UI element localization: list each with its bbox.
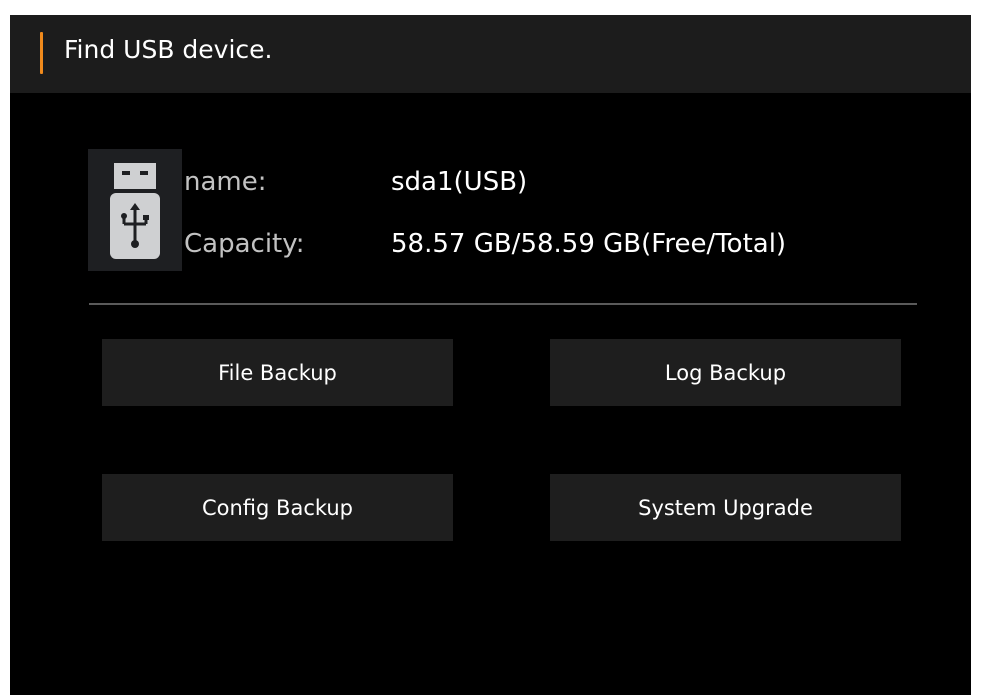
device-name-label: name:: [184, 167, 267, 197]
device-name-value: sda1(USB): [391, 167, 528, 197]
config-backup-button[interactable]: Config Backup: [102, 474, 453, 541]
capacity-label: Capacity:: [184, 229, 305, 259]
dialog-title: Find USB device.: [64, 35, 273, 64]
log-backup-button[interactable]: Log Backup: [550, 339, 901, 406]
capacity-value: 58.57 GB/58.59 GB(Free/Total): [391, 229, 787, 259]
file-backup-button[interactable]: File Backup: [102, 339, 453, 406]
usb-drive-icon: [88, 149, 182, 271]
usb-device-dialog: Find USB device. name: sda1(USB) Capacit…: [10, 15, 971, 695]
dialog-titlebar: Find USB device.: [10, 15, 971, 93]
section-divider: [89, 303, 917, 305]
system-upgrade-button[interactable]: System Upgrade: [550, 474, 901, 541]
title-accent-bar: [40, 32, 43, 74]
